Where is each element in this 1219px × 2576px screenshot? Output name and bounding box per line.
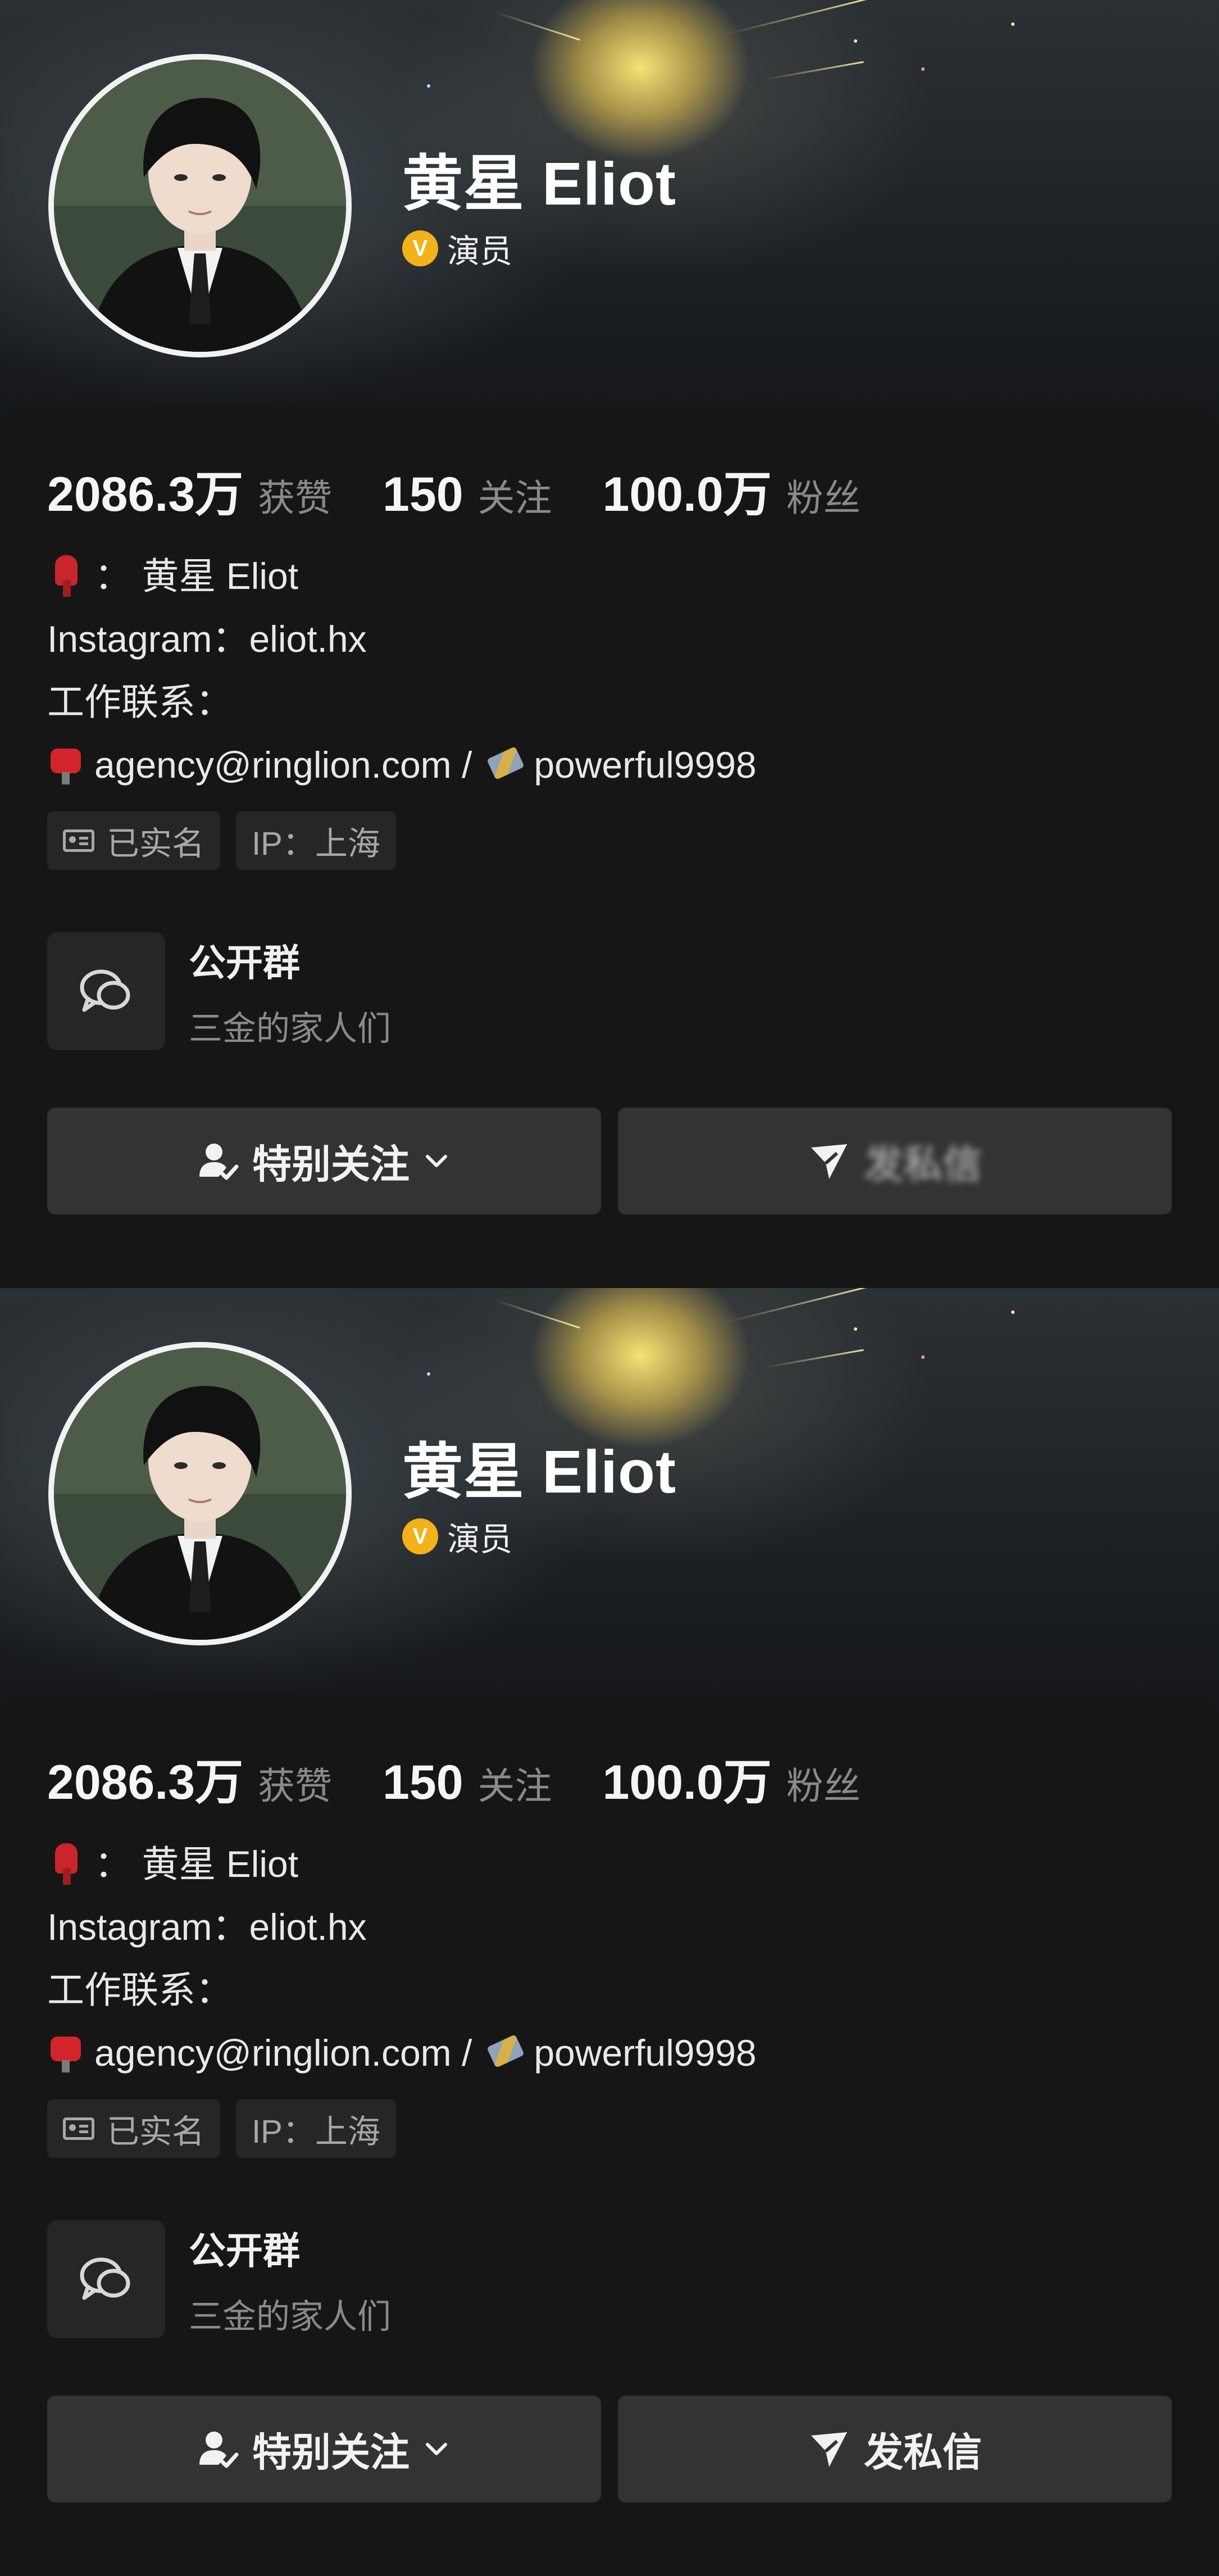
stat-likes[interactable]: 2086.3万 获赞 xyxy=(47,455,332,525)
profile-name: 黄星 Eliot xyxy=(402,1437,676,1505)
special-follow-label: 特别关注 xyxy=(252,1142,410,1186)
verification-row: V 演员 xyxy=(402,1513,512,1560)
stat-following[interactable]: 150 关注 xyxy=(383,467,552,523)
stat-value: 2086.3万 xyxy=(47,468,244,521)
profile-name: 黄星 Eliot xyxy=(402,149,676,217)
stat-followers[interactable]: 100.0万 粉丝 xyxy=(603,455,861,525)
verified-badge-icon: V xyxy=(402,1518,438,1554)
satellite-emoji-icon xyxy=(486,2032,524,2074)
send-icon xyxy=(811,1144,847,1179)
scarf-emoji-icon xyxy=(47,555,84,597)
tags-row: 已实名 IP：上海 xyxy=(47,811,396,870)
profile-screenshot-bottom: 黄星 Eliot V 演员 2086.3万 获赞 150 关注 100.0万 粉… xyxy=(0,1288,1219,2576)
ip-tag: IP：上海 xyxy=(236,811,396,870)
group-subtitle: 三金的家人们 xyxy=(189,1009,391,1047)
bio-line: 工作联系： xyxy=(47,681,233,723)
stat-value: 100.0万 xyxy=(602,468,772,521)
verification-row: V 演员 xyxy=(402,225,512,272)
user-check-icon xyxy=(199,2432,239,2468)
chat-bubbles-icon xyxy=(47,2220,165,2338)
chat-bubbles-icon xyxy=(47,932,165,1050)
stat-value: 100.0万 xyxy=(602,1756,772,1809)
avatar[interactable] xyxy=(48,1342,352,1645)
stat-label: 关注 xyxy=(477,477,552,519)
chevron-down-icon xyxy=(426,2443,447,2455)
send-message-label: 发私信 xyxy=(864,1142,982,1186)
stat-label: 获赞 xyxy=(258,1765,333,1807)
stats-row: 2086.3万 获赞 150 关注 100.0万 粉丝 xyxy=(47,1743,911,1813)
chevron-down-icon xyxy=(426,1155,447,1167)
public-group-entry[interactable]: 公开群 三金的家人们 xyxy=(47,932,391,1050)
verification-label: 演员 xyxy=(447,1521,513,1558)
send-message-button[interactable]: 发私信 xyxy=(618,2396,1172,2502)
bio-email: agency@ringlion.com / xyxy=(94,2032,472,2074)
send-message-label: 发私信 xyxy=(864,2430,982,2474)
send-message-button[interactable]: 发私信 xyxy=(618,1108,1172,1214)
bio-line: 工作联系： xyxy=(47,1969,233,2011)
special-follow-button[interactable]: 特别关注 xyxy=(47,1108,601,1214)
group-subtitle: 三金的家人们 xyxy=(189,2297,391,2335)
bio-email: agency@ringlion.com / xyxy=(94,744,472,786)
scarf-emoji-icon xyxy=(47,1843,84,1885)
stat-label: 粉丝 xyxy=(786,477,861,519)
bio-line: ： 黄星 Eliot xyxy=(47,545,757,607)
mailbox-emoji-icon xyxy=(47,2032,84,2074)
bio-line: ： 黄星 Eliot xyxy=(47,1833,757,1895)
bio: ： 黄星 Eliot Instagram：eliot.hx 工作联系： agen… xyxy=(47,545,757,796)
user-check-icon xyxy=(199,1144,239,1180)
bio-line: Instagram：eliot.hx xyxy=(47,618,367,660)
avatar[interactable] xyxy=(48,54,352,357)
bio-contact-line: agency@ringlion.com / powerful9998 xyxy=(47,2021,757,2084)
stat-likes[interactable]: 2086.3万 获赞 xyxy=(47,1743,332,1813)
id-card-icon xyxy=(63,2117,94,2140)
bio-line: Instagram：eliot.hx xyxy=(47,1906,367,1948)
stat-value: 150 xyxy=(383,1756,463,1809)
verified-badge-icon: V xyxy=(402,230,438,266)
mailbox-emoji-icon xyxy=(47,744,84,786)
ip-tag: IP：上海 xyxy=(236,2099,396,2158)
satellite-emoji-icon xyxy=(486,744,524,786)
verification-label: 演员 xyxy=(447,233,513,270)
bio-wechat: powerful9998 xyxy=(534,2032,757,2074)
verified-tag: 已实名 xyxy=(47,811,221,870)
stat-followers[interactable]: 100.0万 粉丝 xyxy=(603,1743,861,1813)
public-group-entry[interactable]: 公开群 三金的家人们 xyxy=(47,2220,391,2338)
profile-card: 2086.3万 获赞 150 关注 100.0万 粉丝 ： 黄星 Eliot I… xyxy=(0,407,1219,1288)
special-follow-label: 特别关注 xyxy=(252,2430,410,2474)
bio-wechat: powerful9998 xyxy=(534,744,757,786)
stats-row: 2086.3万 获赞 150 关注 100.0万 粉丝 xyxy=(47,455,911,525)
stat-label: 粉丝 xyxy=(786,1765,861,1807)
stat-following[interactable]: 150 关注 xyxy=(383,1755,552,1811)
profile-screenshot-top: 黄星 Eliot V 演员 2086.3万 获赞 150 关注 100.0万 粉… xyxy=(0,0,1219,1288)
group-title: 公开群 xyxy=(189,2229,300,2271)
tags-row: 已实名 IP：上海 xyxy=(47,2099,396,2158)
verified-tag: 已实名 xyxy=(47,2099,221,2158)
stat-label: 获赞 xyxy=(258,477,333,519)
special-follow-button[interactable]: 特别关注 xyxy=(47,2396,601,2502)
stat-value: 2086.3万 xyxy=(47,1756,244,1809)
profile-card: 2086.3万 获赞 150 关注 100.0万 粉丝 ： 黄星 Eliot I… xyxy=(0,1695,1219,2576)
send-icon xyxy=(811,2432,847,2467)
stat-label: 关注 xyxy=(477,1765,552,1807)
group-title: 公开群 xyxy=(189,941,300,983)
bio-contact-line: agency@ringlion.com / powerful9998 xyxy=(47,733,757,796)
id-card-icon xyxy=(63,829,94,852)
stat-value: 150 xyxy=(383,468,463,521)
bio: ： 黄星 Eliot Instagram：eliot.hx 工作联系： agen… xyxy=(47,1833,757,2084)
